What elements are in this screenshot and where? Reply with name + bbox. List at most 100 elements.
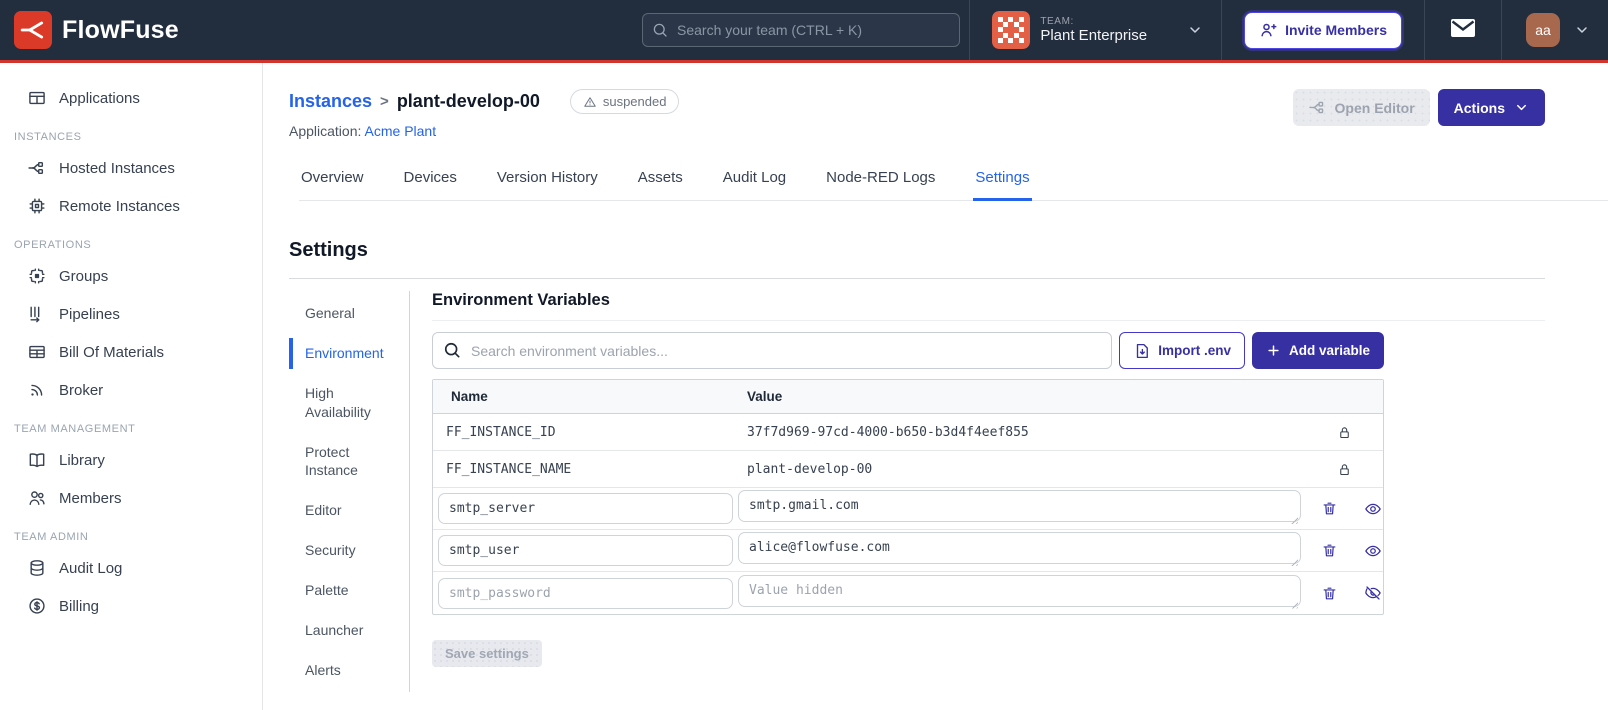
tab-assets[interactable]: Assets bbox=[636, 163, 685, 200]
env-variables-table: Name Value FF_INSTANCE_ID 37f7d969-97cd-… bbox=[432, 379, 1384, 615]
application-label: Application: bbox=[289, 123, 362, 139]
settings-nav-launcher[interactable]: Launcher bbox=[289, 612, 409, 649]
sidebar-item-groups[interactable]: Groups bbox=[0, 257, 262, 295]
sidebar-item-hosted-instances[interactable]: Hosted Instances bbox=[0, 149, 262, 187]
divider bbox=[289, 278, 1545, 279]
save-settings-button[interactable]: Save settings bbox=[432, 640, 542, 667]
sidebar-item-label: Broker bbox=[59, 381, 104, 399]
team-selector[interactable]: TEAM: Plant Enterprise bbox=[970, 11, 1161, 49]
team-search-input[interactable] bbox=[642, 13, 960, 47]
sidebar-item-broker[interactable]: Broker bbox=[0, 371, 262, 409]
status-badge-label: suspended bbox=[602, 94, 667, 109]
application-link[interactable]: Acme Plant bbox=[365, 123, 437, 139]
section-title: Environment Variables bbox=[432, 291, 1545, 321]
breadcrumb-instances-link[interactable]: Instances bbox=[289, 91, 372, 112]
sidebar-section-team-admin: TEAM ADMIN bbox=[14, 531, 89, 543]
var-name-input[interactable] bbox=[438, 535, 733, 566]
sidebar-item-pipelines[interactable]: Pipelines bbox=[0, 295, 262, 333]
settings-nav-general[interactable]: General bbox=[289, 295, 409, 332]
brand-name: FlowFuse bbox=[62, 15, 179, 44]
sidebar-item-library[interactable]: Library bbox=[0, 441, 262, 479]
delete-variable-button[interactable] bbox=[1321, 500, 1338, 517]
var-name: FF_INSTANCE_ID bbox=[446, 424, 556, 440]
invite-members-button[interactable]: Invite Members bbox=[1244, 11, 1402, 49]
delete-variable-button[interactable] bbox=[1321, 585, 1338, 602]
tab-version-history[interactable]: Version History bbox=[495, 163, 600, 200]
var-name: FF_INSTANCE_NAME bbox=[446, 461, 572, 477]
settings-nav-security[interactable]: Security bbox=[289, 532, 409, 569]
table-header: Name Value bbox=[433, 380, 1383, 414]
add-variable-button[interactable]: Add variable bbox=[1251, 332, 1384, 369]
team-label: TEAM: bbox=[1040, 15, 1074, 27]
sidebar-item-members[interactable]: Members bbox=[0, 479, 262, 517]
groups-icon bbox=[29, 268, 45, 284]
var-name-input[interactable] bbox=[438, 577, 733, 609]
hosted-instances-icon bbox=[28, 161, 44, 175]
instance-tabs: Overview Devices Version History Assets … bbox=[299, 163, 1608, 201]
tab-devices[interactable]: Devices bbox=[402, 163, 459, 200]
sidebar-item-label: Remote Instances bbox=[59, 197, 180, 215]
search-icon bbox=[651, 21, 669, 39]
settings-nav-alerts[interactable]: Alerts bbox=[289, 652, 409, 689]
open-editor-icon bbox=[1308, 101, 1323, 114]
var-value-input[interactable] bbox=[738, 574, 1301, 607]
bill-of-materials-icon bbox=[29, 345, 45, 359]
table-row: FF_INSTANCE_ID 37f7d969-97cd-4000-b650-b… bbox=[433, 414, 1383, 451]
trash-icon bbox=[1323, 502, 1336, 515]
var-value-input[interactable]: smtp.gmail.com bbox=[738, 490, 1301, 522]
sidebar-section-team-management: TEAM MANAGEMENT bbox=[14, 423, 136, 435]
table-row: alice@flowfuse.com bbox=[433, 530, 1383, 572]
settings-nav-environment[interactable]: Environment bbox=[289, 335, 409, 372]
team-chevron-down-icon[interactable] bbox=[1161, 22, 1221, 38]
notifications-mail-icon[interactable] bbox=[1425, 17, 1501, 44]
sidebar-item-bill-of-materials[interactable]: Bill Of Materials bbox=[0, 333, 262, 371]
invite-members-label: Invite Members bbox=[1285, 22, 1387, 38]
team-avatar bbox=[992, 11, 1031, 49]
table-row bbox=[433, 572, 1383, 614]
lock-icon bbox=[1340, 426, 1349, 438]
actions-label: Actions bbox=[1453, 99, 1505, 116]
actions-button[interactable]: Actions bbox=[1437, 89, 1545, 126]
sidebar-item-applications[interactable]: Applications bbox=[0, 79, 262, 117]
library-icon bbox=[29, 453, 45, 468]
import-env-button[interactable]: Import .env bbox=[1119, 332, 1245, 369]
var-value-input[interactable]: alice@flowfuse.com bbox=[738, 532, 1301, 564]
trash-icon bbox=[1323, 587, 1336, 599]
top-navbar: FlowFuse TEAM: Plant Enterprise bbox=[0, 0, 1608, 60]
sidebar-item-label: Bill Of Materials bbox=[59, 343, 165, 361]
env-search-input[interactable] bbox=[432, 332, 1113, 369]
toggle-visibility-button[interactable] bbox=[1364, 584, 1382, 602]
settings-nav-palette[interactable]: Palette bbox=[289, 572, 409, 609]
tab-settings[interactable]: Settings bbox=[973, 163, 1032, 201]
sidebar-section-instances: INSTANCES bbox=[14, 131, 82, 143]
toggle-visibility-button[interactable] bbox=[1364, 542, 1382, 560]
members-icon bbox=[29, 491, 45, 505]
page-title: Settings bbox=[289, 239, 368, 261]
document-import-icon bbox=[1137, 343, 1149, 358]
delete-variable-button[interactable] bbox=[1321, 542, 1338, 559]
settings-nav-protect-instance[interactable]: Protect Instance bbox=[289, 434, 409, 490]
tab-node-red-logs[interactable]: Node-RED Logs bbox=[824, 163, 937, 200]
applications-icon bbox=[29, 91, 45, 105]
sidebar-item-label: Library bbox=[59, 451, 105, 469]
warning-icon bbox=[584, 96, 596, 107]
sidebar-section-operations: OPERATIONS bbox=[14, 239, 92, 251]
flowfuse-logo[interactable]: FlowFuse bbox=[14, 11, 179, 49]
trash-icon bbox=[1323, 544, 1336, 557]
user-menu-chevron-down-icon[interactable] bbox=[1574, 22, 1590, 38]
billing-icon bbox=[29, 598, 45, 614]
column-header-value: Value bbox=[747, 389, 783, 404]
search-icon bbox=[442, 340, 462, 360]
open-editor-button[interactable]: Open Editor bbox=[1292, 89, 1430, 126]
sidebar-item-remote-instances[interactable]: Remote Instances bbox=[0, 187, 262, 225]
var-name-input[interactable] bbox=[438, 493, 733, 524]
tab-overview[interactable]: Overview bbox=[299, 163, 366, 200]
user-avatar[interactable]: aa bbox=[1526, 13, 1560, 47]
sidebar-item-label: Groups bbox=[59, 267, 109, 285]
settings-nav-high-availability[interactable]: High Availability bbox=[289, 375, 409, 431]
tab-audit-log[interactable]: Audit Log bbox=[721, 163, 788, 200]
toggle-visibility-button[interactable] bbox=[1364, 500, 1382, 518]
sidebar-item-audit-log[interactable]: Audit Log bbox=[0, 549, 262, 587]
settings-nav-editor[interactable]: Editor bbox=[289, 492, 409, 529]
sidebar-item-billing[interactable]: Billing bbox=[0, 587, 262, 625]
